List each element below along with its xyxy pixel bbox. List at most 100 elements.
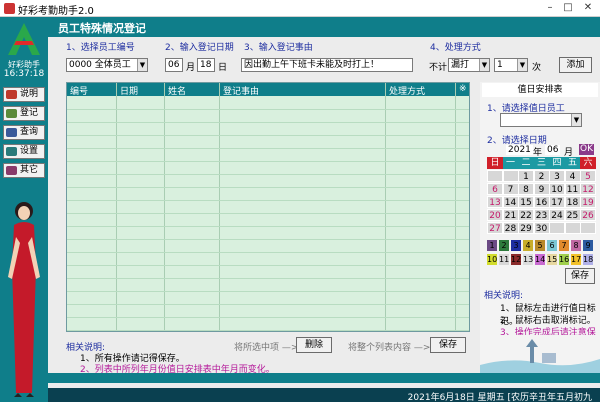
calendar-day	[487, 170, 503, 182]
weekday-header: 二	[518, 157, 534, 169]
reason-input[interactable]: 因出勤上午下班卡未能及时打上！	[241, 58, 413, 72]
calendar-day[interactable]: 27	[487, 222, 503, 234]
calendar-day[interactable]: 15	[518, 196, 534, 208]
sidebar-button-help[interactable]: 说明	[3, 87, 45, 102]
duty-employee-chip[interactable]: 17	[571, 254, 581, 265]
duty-employee-chip[interactable]: 18	[583, 254, 593, 265]
calendar-day[interactable]: 2	[533, 170, 550, 182]
status-bar: 2021年6月18日 星期五 [农历辛丑年五月初九	[48, 388, 600, 402]
row-divider	[67, 226, 469, 227]
employee-select[interactable]: 0000 全体员工 ▼	[66, 58, 148, 72]
sidebar-button-query[interactable]: 查询	[3, 125, 45, 140]
duty-employee-chip[interactable]: 9	[583, 240, 593, 251]
clock: 16:37:18	[3, 69, 45, 79]
calendar-day	[502, 170, 519, 182]
duty-employee-chip[interactable]: 2	[499, 240, 509, 251]
calendar-day[interactable]: 11	[564, 183, 581, 195]
close-icon[interactable]: ✕	[578, 1, 598, 15]
calendar-day[interactable]: 22	[518, 209, 534, 221]
duty-save-button[interactable]: 保存	[565, 268, 595, 284]
add-button[interactable]: 添加	[559, 57, 592, 73]
ok-button[interactable]: OK	[579, 144, 594, 155]
calendar-day[interactable]: 4	[564, 170, 581, 182]
chevron-down-icon: ▼	[137, 59, 147, 71]
duty-month-value[interactable]: 06	[545, 145, 561, 155]
calendar-day	[549, 222, 565, 234]
calendar-day[interactable]: 6	[487, 183, 503, 195]
calendar-day[interactable]: 9	[533, 183, 550, 195]
duty-employee-chip[interactable]: 1	[487, 240, 497, 251]
column-header-id: 编号	[70, 87, 89, 97]
duty-employee-chip[interactable]: 15	[547, 254, 557, 265]
duty-employee-chip[interactable]: 11	[499, 254, 509, 265]
step-2-label: 2、输入登记日期	[165, 43, 234, 53]
column-header-handling: 处理方式	[389, 87, 426, 97]
duty-employee-chip[interactable]: 14	[535, 254, 545, 265]
calendar-day[interactable]: 16	[533, 196, 550, 208]
duty-employee-select[interactable]: ▼	[500, 113, 582, 127]
delete-button[interactable]: 删除	[296, 337, 332, 353]
logo-icon	[8, 23, 40, 55]
calendar-day[interactable]: 18	[564, 196, 581, 208]
sidebar-button-register[interactable]: 登记	[3, 106, 45, 121]
row-divider	[67, 213, 469, 214]
duty-employee-chip[interactable]: 12	[511, 254, 521, 265]
calendar-day[interactable]: 8	[518, 183, 534, 195]
calendar-day[interactable]: 21	[502, 209, 519, 221]
save-hint: 将整个列表内容 —>	[348, 343, 431, 353]
calendar-day[interactable]: 12	[580, 183, 596, 195]
calendar-day	[580, 222, 596, 234]
duty-employee-chip[interactable]: 4	[523, 240, 533, 251]
calendar-day[interactable]: 19	[580, 196, 596, 208]
duty-employee-chip[interactable]: 5	[535, 240, 545, 251]
day-input[interactable]: 18	[197, 58, 215, 72]
calendar-day[interactable]: 28	[502, 222, 519, 234]
calendar-day[interactable]: 10	[549, 183, 565, 195]
save-list-button[interactable]: 保存	[430, 337, 466, 353]
duty-employee-chip[interactable]: 7	[559, 240, 569, 251]
handling-select-value: 漏打	[451, 60, 470, 70]
calendar-day[interactable]: 20	[487, 209, 503, 221]
calendar-day[interactable]: 25	[564, 209, 581, 221]
calendar-day[interactable]: 26	[580, 209, 596, 221]
help-icon	[6, 90, 17, 99]
step-4-label: 4、处理方式	[430, 43, 481, 53]
page-header: 员工特殊情况登记	[48, 17, 600, 37]
handling-select[interactable]: 漏打 ▼	[448, 58, 490, 72]
calendar-day[interactable]: 5	[580, 170, 596, 182]
month-input[interactable]: 06	[165, 58, 183, 72]
calendar-day[interactable]: 29	[518, 222, 534, 234]
delete-hint: 将所选中项 —>	[234, 343, 299, 353]
window-title: 好彩考勤助手2.0	[18, 6, 94, 17]
year-value[interactable]: 2021	[506, 145, 533, 155]
records-table[interactable]: 编号 日期 姓名 登记事由 处理方式 ※	[66, 82, 470, 332]
duty-employee-chip[interactable]: 10	[487, 254, 497, 265]
times-select[interactable]: 1 ▼	[494, 58, 528, 72]
column-header-mark: ※	[459, 84, 467, 94]
minimize-icon[interactable]: –	[540, 1, 560, 15]
landscape-illustration	[480, 335, 600, 373]
row-divider	[67, 239, 469, 240]
calendar-day[interactable]: 30	[533, 222, 550, 234]
calendar-day[interactable]: 3	[549, 170, 565, 182]
sidebar-button-other[interactable]: 其它	[3, 163, 45, 178]
duty-employee-chip[interactable]: 8	[571, 240, 581, 251]
duty-employee-chip[interactable]: 13	[523, 254, 533, 265]
chevron-down-icon: ▼	[479, 59, 489, 71]
duty-employee-chip[interactable]: 6	[547, 240, 557, 251]
calendar-day[interactable]: 24	[549, 209, 565, 221]
row-divider	[67, 304, 469, 305]
calendar-day[interactable]: 13	[487, 196, 503, 208]
calendar-day[interactable]: 23	[533, 209, 550, 221]
duty-employee-chip[interactable]: 16	[559, 254, 569, 265]
sidebar-button-label: 说明	[20, 89, 39, 99]
calendar-day[interactable]: 7	[502, 183, 519, 195]
calendar-day[interactable]: 14	[502, 196, 519, 208]
maximize-icon[interactable]: □	[558, 1, 578, 15]
calendar-day[interactable]: 1	[518, 170, 534, 182]
duty-employee-chip[interactable]: 3	[511, 240, 521, 251]
sidebar-button-settings[interactable]: 设置	[3, 144, 45, 159]
row-divider	[67, 148, 469, 149]
calendar-day[interactable]: 17	[549, 196, 565, 208]
column-header-date: 日期	[120, 87, 139, 97]
